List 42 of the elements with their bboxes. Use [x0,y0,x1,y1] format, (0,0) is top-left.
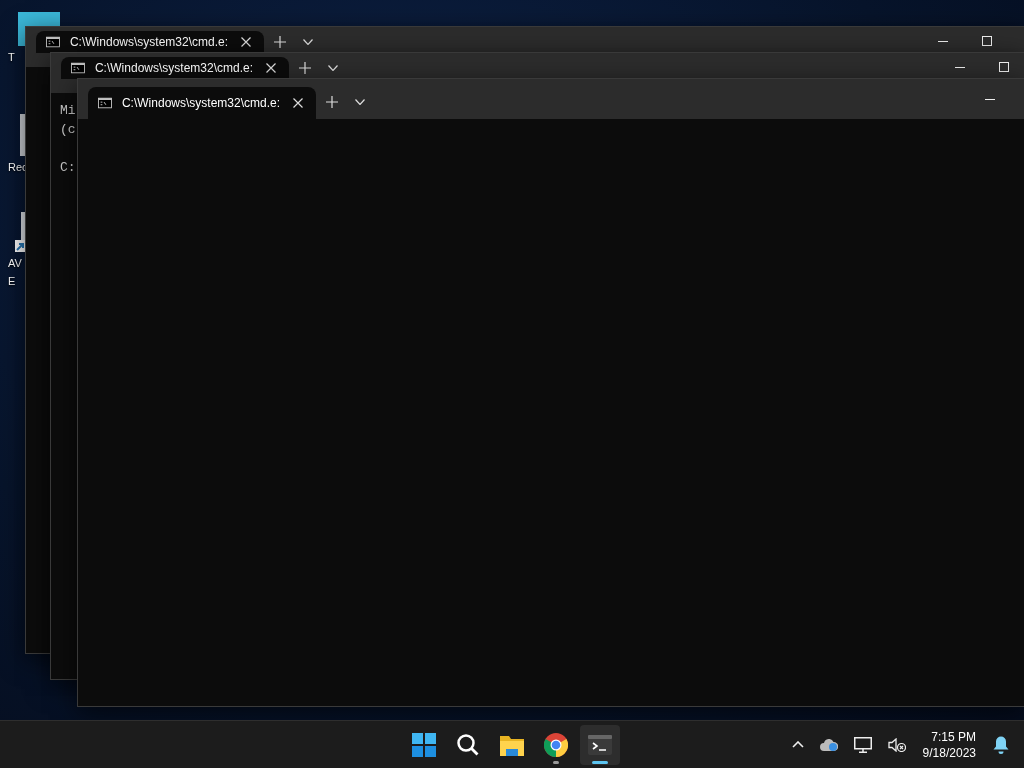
monitor-icon [853,736,872,753]
app-indicator [553,760,559,764]
clock-date: 9/18/2023 [922,744,976,761]
clock[interactable]: 7:15 PM 9/18/2023 [918,728,980,761]
close-icon [241,37,251,47]
minimize-icon [938,40,948,42]
windows-logo-icon [412,732,436,757]
maximize-icon [999,62,1009,72]
desktop-icon-label[interactable]: AV [8,256,22,270]
desktop-icon-label[interactable]: T [8,50,15,64]
cloud-icon [819,738,838,751]
plus-icon [274,36,286,48]
chevron-down-icon [303,39,313,45]
taskbar-app-button[interactable] [580,724,620,765]
minimize-icon [985,98,995,100]
terminal-tab[interactable]: C:\Windows\system32\cmd.e: [61,57,289,79]
command-prompt-icon [98,97,112,109]
clock-time: 7:15 PM [931,728,976,745]
command-prompt-icon [46,36,60,48]
close-icon [293,98,303,108]
chevron-down-icon [355,99,365,105]
close-icon [266,63,276,73]
bell-icon [993,735,1009,754]
maximize-icon [982,36,992,46]
console-text: C: [60,159,76,177]
terminal-tab[interactable]: C:\Windows\system32\cmd.e: [36,31,264,53]
minimize-icon [955,66,965,68]
console-text: Mi [60,102,76,120]
terminal-icon [588,734,612,755]
plus-icon [326,96,338,108]
chrome-icon [544,732,568,757]
chevron-up-icon [791,741,804,748]
search-icon [457,733,479,756]
plus-icon [299,62,311,74]
app-indicator [592,760,608,764]
muted-speaker-icon [887,737,906,752]
folder-icon [500,733,524,756]
desktop-icon-label[interactable]: E [8,274,16,288]
console-text: (c [60,121,76,139]
chevron-down-icon [328,65,338,71]
command-prompt-icon [71,62,85,74]
terminal-tab[interactable]: C:\Windows\system32\cmd.e: [88,87,316,119]
